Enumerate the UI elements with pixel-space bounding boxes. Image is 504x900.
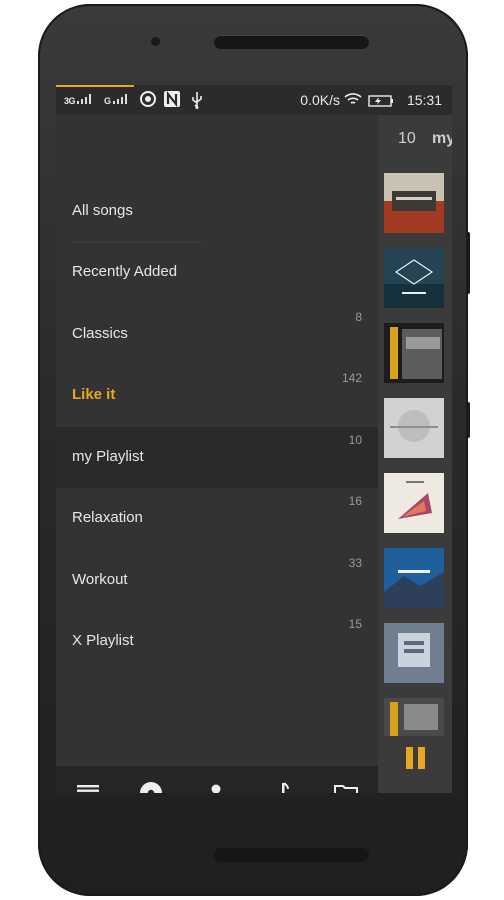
signal-strength-2: G: [104, 94, 129, 106]
album-icon[interactable]: [136, 778, 166, 793]
menu-item-count: 142: [341, 371, 362, 385]
screen: 3G G 0.0K/s 15:31 All songs Recently Add…: [56, 85, 452, 793]
navigation-drawer: All songs Recently Added Classics 8 Like…: [56, 115, 378, 793]
menu-item-label: Recently Added: [72, 263, 178, 280]
menu-item-x-playlist[interactable]: X Playlist 15: [56, 611, 378, 672]
menu-item-label: my Playlist: [72, 448, 144, 465]
pause-icon[interactable]: [404, 747, 428, 773]
sync-icon: [140, 91, 156, 110]
menu-item-workout[interactable]: Workout 33: [56, 550, 378, 611]
menu-item-label: Workout: [72, 571, 128, 588]
playlist-header: 10 my: [378, 115, 452, 163]
album-art-thumbnail[interactable]: [384, 698, 444, 736]
menu-item-my-playlist[interactable]: my Playlist 10: [56, 427, 378, 488]
playlist-title: my: [432, 130, 452, 147]
album-art-thumbnail[interactable]: [384, 248, 444, 308]
menu-item-label: Relaxation: [72, 509, 143, 526]
status-accent-line: [56, 85, 134, 87]
menu-item-relaxation[interactable]: Relaxation 16: [56, 488, 378, 549]
bottom-navigation: [56, 766, 378, 793]
menu-item-like-it[interactable]: Like it 142: [56, 365, 378, 426]
menu-item-count: 33: [348, 556, 362, 570]
menu-item-classics[interactable]: Classics 8: [56, 304, 378, 365]
signal-strength-1: 3G: [64, 94, 93, 106]
menu-item-all-songs[interactable]: All songs: [56, 181, 378, 242]
bottom-speaker: [214, 848, 369, 862]
album-art-thumbnail[interactable]: [384, 323, 444, 383]
status-bar: 3G G 0.0K/s 15:31: [56, 85, 452, 115]
playlist-track-count: 10: [398, 130, 416, 147]
wifi-icon: [344, 92, 362, 109]
album-art-thumbnail[interactable]: [384, 173, 444, 233]
volume-button: [466, 232, 470, 294]
album-art-thumbnail[interactable]: [384, 548, 444, 608]
earpiece-speaker: [214, 35, 369, 49]
menu-item-count: 16: [348, 494, 362, 508]
network-speed: 0.0K/s: [300, 92, 340, 108]
power-button: [466, 402, 470, 438]
n-icon: [164, 90, 180, 110]
menu-item-label: Classics: [72, 325, 128, 342]
front-camera: [151, 37, 160, 46]
clock: 15:31: [406, 92, 442, 108]
folder-icon[interactable]: [331, 778, 361, 793]
menu-item-label: Like it: [72, 386, 116, 403]
battery-icon: [368, 94, 394, 110]
playlist-icon[interactable]: [73, 778, 103, 793]
usb-icon: [190, 91, 204, 112]
menu-item-count: 15: [348, 617, 362, 631]
menu-item-count: 10: [348, 433, 362, 447]
song-icon[interactable]: [266, 778, 296, 793]
menu-item-label: All songs: [72, 202, 133, 219]
menu-item-count: 8: [355, 310, 362, 324]
album-art-thumbnail[interactable]: [384, 473, 444, 533]
album-art-thumbnail[interactable]: [384, 623, 444, 683]
album-art-thumbnail[interactable]: [384, 398, 444, 458]
artist-icon[interactable]: [201, 778, 231, 793]
menu-item-recently-added[interactable]: Recently Added: [56, 242, 378, 303]
menu-item-label: X Playlist: [72, 632, 134, 649]
playlist-detail-pane[interactable]: 10 my: [378, 115, 452, 793]
